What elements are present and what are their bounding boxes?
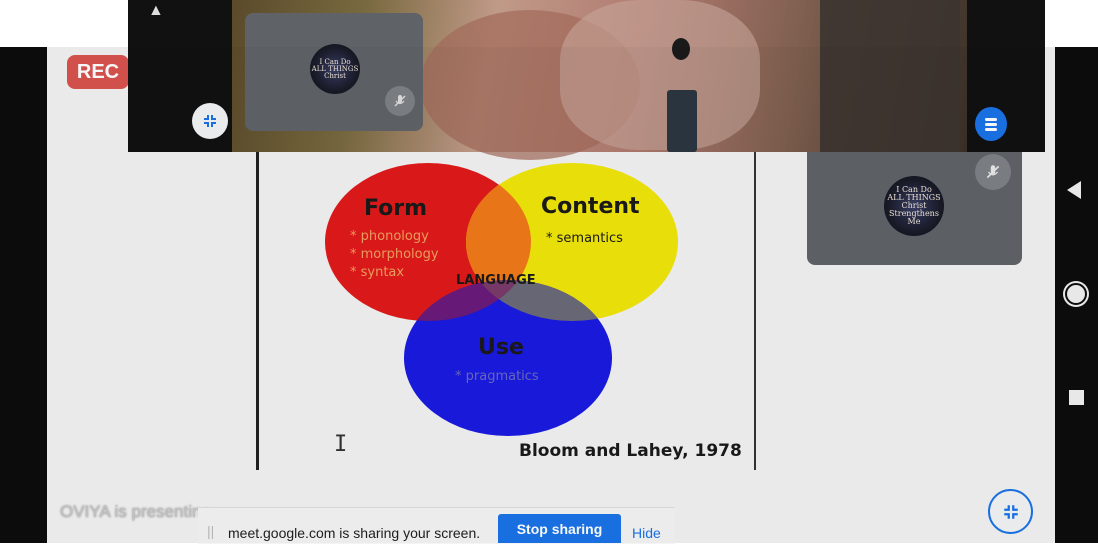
content-title: Content xyxy=(541,194,640,219)
form-title: Form xyxy=(364,196,428,221)
form-item: * phonology xyxy=(350,229,429,244)
form-items: * phonology * morphology * syntax xyxy=(350,228,439,282)
self-avatar: I Can Do ALL THINGS Christ xyxy=(310,44,360,94)
collapse-button[interactable] xyxy=(988,489,1033,534)
mic-off-icon[interactable] xyxy=(975,154,1011,190)
slide-right-border xyxy=(754,150,756,470)
language-label: LANGUAGE xyxy=(456,273,536,288)
avatar-text: Strengthens Me xyxy=(889,209,939,226)
use-items: * pragmatics xyxy=(455,369,539,384)
content-item: * semantics xyxy=(546,231,623,246)
mic-off-glyph xyxy=(394,95,406,107)
use-title: Use xyxy=(478,335,524,360)
recents-square-icon[interactable] xyxy=(1069,390,1084,405)
menu-button[interactable] xyxy=(975,107,1007,141)
slide-left-border xyxy=(256,150,259,470)
drag-handle-icon[interactable]: || xyxy=(207,523,214,539)
video-detail xyxy=(667,90,697,152)
mic-off-icon[interactable] xyxy=(385,86,415,116)
form-item: * morphology xyxy=(350,247,439,262)
text-cursor-icon: I xyxy=(334,432,348,457)
collapse-button[interactable] xyxy=(192,103,228,139)
stop-sharing-button[interactable]: Stop sharing xyxy=(498,514,621,543)
video-blur-shape xyxy=(560,0,760,150)
collapse-icon xyxy=(204,115,216,127)
presenting-status: OVIYA is presenting xyxy=(60,502,211,521)
menu-icon xyxy=(985,118,997,131)
rec-badge: REC xyxy=(67,55,129,89)
share-message: meet.google.com is sharing your screen. xyxy=(228,525,481,541)
participant-avatar: I Can Do ALL THINGS Christ Strengthens M… xyxy=(884,176,944,236)
back-triangle-icon[interactable] xyxy=(1067,181,1081,199)
form-item: * syntax xyxy=(350,265,405,280)
up-arrow-icon[interactable]: ▲ xyxy=(148,2,164,20)
hide-button[interactable]: Hide xyxy=(632,525,661,541)
video-detail xyxy=(672,38,690,60)
content-items: * semantics xyxy=(546,231,623,246)
collapse-icon xyxy=(1003,504,1018,519)
avatar-text: Christ xyxy=(324,71,346,80)
video-blur-shape xyxy=(820,0,960,152)
slide-citation: Bloom and Lahey, 1978 xyxy=(519,441,742,461)
mic-off-glyph xyxy=(986,165,1000,179)
home-circle-icon[interactable] xyxy=(1065,283,1087,305)
left-black-border xyxy=(0,47,47,543)
use-item: * pragmatics xyxy=(455,369,539,384)
